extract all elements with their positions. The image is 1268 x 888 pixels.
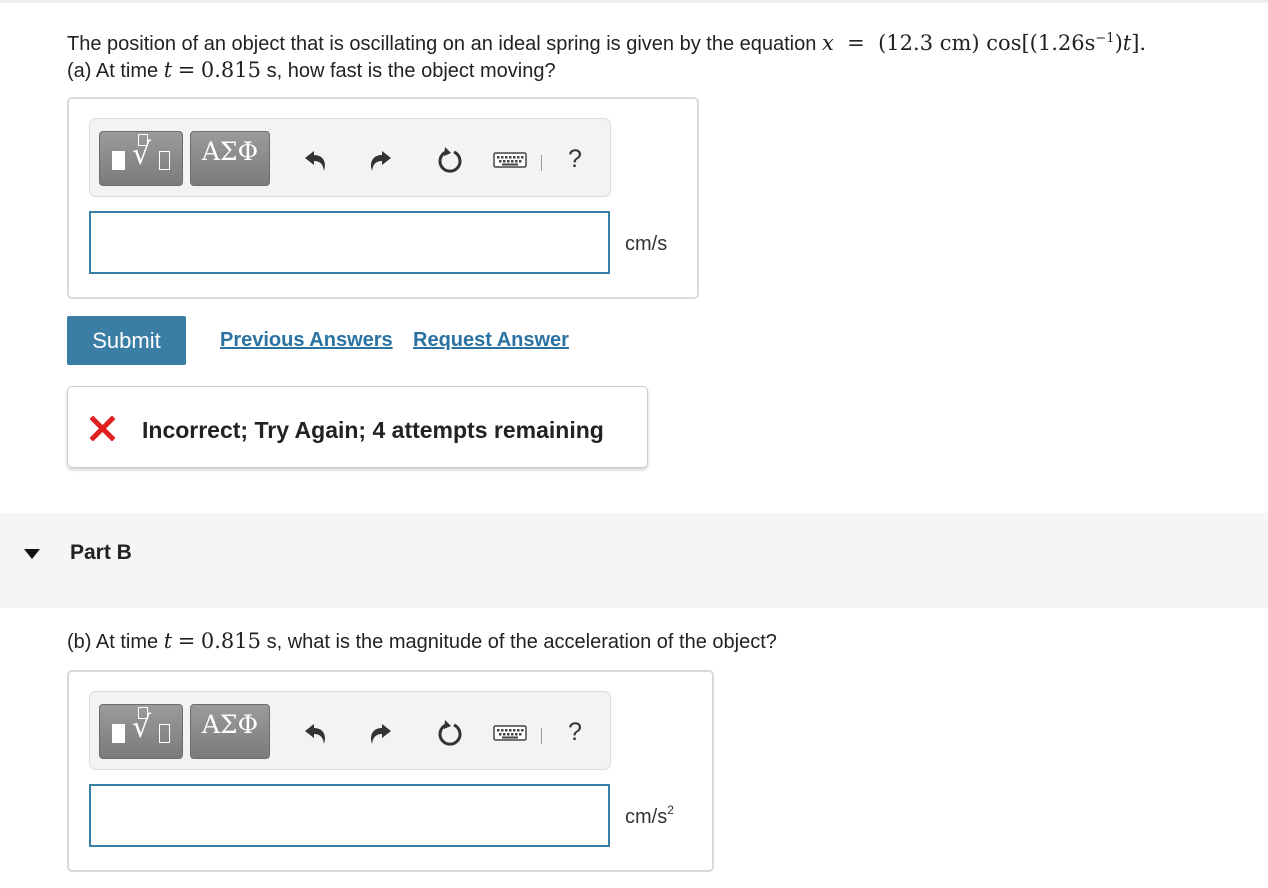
part-a-answer-box: √ ΑΣΦ ? cm/s [67, 97, 699, 299]
reset-icon[interactable] [435, 718, 465, 748]
feedback-message: Incorrect; Try Again; 4 attempts remaini… [67, 386, 648, 468]
redo-icon[interactable] [364, 145, 394, 175]
part-b-header[interactable]: Part B [0, 513, 1268, 608]
help-button[interactable]: ? [568, 717, 582, 747]
toolbar-separator [541, 728, 542, 744]
templates-button[interactable]: √ [99, 131, 183, 186]
part-b-title: Part B [70, 541, 132, 564]
velocity-answer-input[interactable] [89, 211, 610, 274]
part-a-question-line-1: The position of an object that is oscill… [67, 28, 1146, 55]
greek-symbols-button[interactable]: ΑΣΦ [190, 131, 270, 186]
toolbar-separator [541, 155, 542, 171]
math-toolbar: √ ΑΣΦ ? [89, 691, 611, 770]
x-icon [89, 415, 116, 442]
velocity-unit: cm/s [625, 233, 668, 255]
acceleration-answer-input[interactable] [89, 784, 610, 847]
reset-icon[interactable] [435, 145, 465, 175]
acceleration-unit: cm/s2 [625, 803, 674, 828]
spring-equation: x = (12.3 cm) cos[(1.26s−1)t]. [821, 31, 1147, 55]
part-b-answer-box: √ ΑΣΦ ? cm/s2 [67, 670, 714, 872]
help-button[interactable]: ? [568, 144, 582, 174]
templates-button[interactable]: √ [99, 704, 183, 759]
request-answer-link[interactable]: Request Answer [413, 329, 569, 351]
part-b-question: (b) At time t = 0.815 s, what is the mag… [67, 629, 777, 653]
keyboard-icon[interactable] [493, 145, 527, 175]
feedback-text: Incorrect; Try Again; 4 attempts remaini… [142, 417, 604, 443]
question-intro: The position of an object that is oscill… [67, 33, 817, 55]
part-a-question: (a) At time t = 0.815 s, how fast is the… [67, 58, 556, 82]
caret-down-icon[interactable] [24, 549, 40, 559]
previous-answers-link[interactable]: Previous Answers [220, 329, 393, 351]
top-divider [0, 0, 1268, 3]
undo-icon[interactable] [302, 145, 332, 175]
submit-button[interactable]: Submit [67, 316, 186, 365]
greek-symbols-button[interactable]: ΑΣΦ [190, 704, 270, 759]
math-toolbar: √ ΑΣΦ ? [89, 118, 611, 197]
undo-icon[interactable] [302, 718, 332, 748]
redo-icon[interactable] [364, 718, 394, 748]
keyboard-icon[interactable] [493, 718, 527, 748]
